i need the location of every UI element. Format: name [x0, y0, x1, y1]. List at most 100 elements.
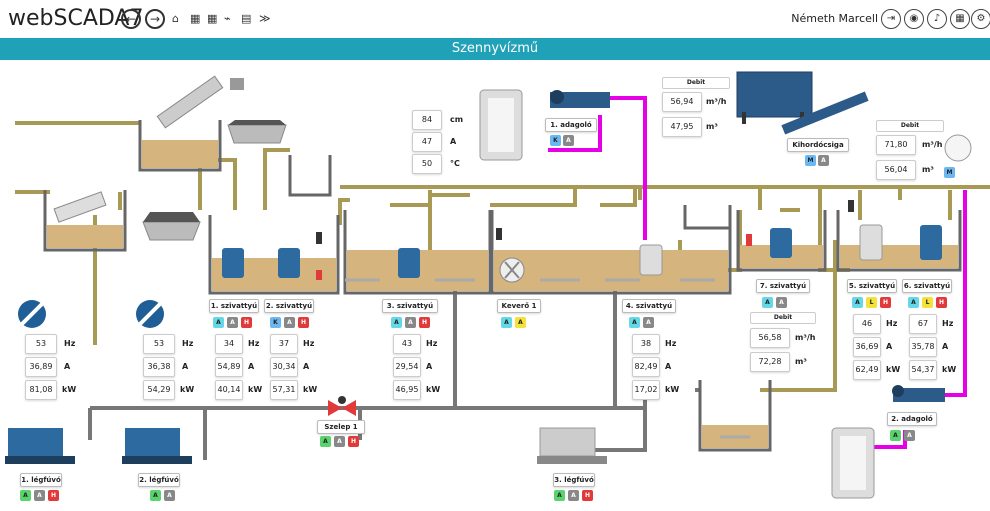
mixer1-l-badge[interactable]: A [515, 317, 526, 328]
doser2-a2-badge[interactable]: A [904, 430, 915, 441]
fan3-h-badge[interactable]: H [582, 490, 593, 501]
calendar-alt-icon[interactable]: ▦ [207, 12, 217, 25]
pump7-a2-badge[interactable]: A [776, 297, 787, 308]
doser1-a-badge[interactable]: A [563, 135, 574, 146]
pump6-h-badge[interactable]: H [936, 297, 947, 308]
debit3-flow: 56,58 [750, 328, 790, 348]
debit1-title: Debit [662, 77, 730, 89]
fan2-a-badge[interactable]: A [150, 490, 161, 501]
mixer [499, 257, 525, 283]
conveyor-m-badge[interactable]: M [805, 155, 816, 166]
pump2-kw-unit: kW [303, 385, 318, 394]
gear-icon[interactable]: ⚙ [971, 9, 990, 29]
logout-icon[interactable]: ⇥ [881, 9, 901, 29]
fan1-a2-badge[interactable]: A [34, 490, 45, 501]
valve1-label[interactable]: Szelep 1 [317, 420, 365, 434]
fan2-label[interactable]: 2. légfúvó [138, 473, 180, 487]
conveyor-label[interactable]: Kihordócsiga [787, 138, 849, 152]
fan3-label[interactable]: 3. légfúvó [553, 473, 595, 487]
fan3-a2-badge[interactable]: A [568, 490, 579, 501]
fan1-h-badge[interactable]: H [48, 490, 59, 501]
pump4-a2-badge[interactable]: A [643, 317, 654, 328]
pump3-a2-badge[interactable]: A [405, 317, 416, 328]
doser1-label[interactable]: 1. adagoló [545, 118, 597, 132]
calendar-icon[interactable]: ▦ [190, 12, 200, 25]
debit3-flow-unit: m³/h [795, 333, 816, 342]
fan1-a-badge[interactable]: A [20, 490, 31, 501]
pump5-label[interactable]: 5. szivattyú [847, 279, 897, 293]
pump6-hz-unit: Hz [942, 319, 954, 328]
pump3-a-unit: A [426, 362, 433, 371]
pump3-a-badge[interactable]: A [391, 317, 402, 328]
back-icon[interactable]: ← [121, 9, 141, 29]
pump2-a-badge[interactable]: A [284, 317, 295, 328]
debit2-m-badge[interactable]: M [944, 167, 955, 178]
pump7-label[interactable]: 7. szivattyú [756, 279, 810, 293]
pump1-a-badge[interactable]: A [213, 317, 224, 328]
pump5-l-badge[interactable]: L [866, 297, 877, 308]
pump2-k-badge[interactable]: K [270, 317, 281, 328]
pump4-a-badge[interactable]: A [629, 317, 640, 328]
pump1-a: 54,89 [215, 357, 243, 377]
valve1-a2-badge[interactable]: A [334, 436, 345, 447]
pump3-label[interactable]: 3. szivattyú [382, 299, 438, 313]
debit2-total: 56,04 [876, 160, 916, 180]
pump3-hz: 43 [393, 334, 421, 354]
home-icon[interactable]: ⌂ [172, 12, 179, 25]
conveyor-a-badge[interactable]: A [818, 155, 829, 166]
pump1-a-unit: A [248, 362, 255, 371]
doser1-k-badge[interactable]: K [550, 135, 561, 146]
forward-icon[interactable]: → [145, 9, 165, 29]
pump6-l-badge[interactable]: L [922, 297, 933, 308]
pump2-hz: 37 [270, 334, 298, 354]
pump1-kw-unit: kW [248, 385, 263, 394]
pump3-kw: 46,95 [393, 380, 421, 400]
level-value: 84 [412, 110, 442, 130]
fan3-a-badge[interactable]: A [554, 490, 565, 501]
pump5-a-badge[interactable]: A [852, 297, 863, 308]
pump3-a: 29,54 [393, 357, 421, 377]
sound-icon[interactable]: ◉ [904, 9, 924, 29]
pump3-kw-unit: kW [426, 385, 441, 394]
pump4-label[interactable]: 4. szivattyú [622, 299, 676, 313]
pump3-h-badge[interactable]: H [419, 317, 430, 328]
fan1-kw-unit: kW [62, 385, 77, 394]
fan1-label[interactable]: 1. légfúvó [20, 473, 62, 487]
pump5-h-badge[interactable]: H [880, 297, 891, 308]
debit3-total-unit: m³ [795, 357, 807, 366]
fan1-hz: 53 [25, 334, 57, 354]
valve1-a-badge[interactable]: A [320, 436, 331, 447]
bell-icon[interactable]: ♪ [927, 9, 947, 29]
rss-icon[interactable]: ≫ [259, 12, 271, 25]
pump1-hz-unit: Hz [248, 339, 260, 348]
pump2-a-unit: A [303, 362, 310, 371]
pump4-kw: 17,02 [632, 380, 660, 400]
doser2-a-badge[interactable]: A [890, 430, 901, 441]
pump2-h-badge[interactable]: H [298, 317, 309, 328]
pump2-label[interactable]: 2. szivattyú [264, 299, 314, 313]
pump6-a-badge[interactable]: A [908, 297, 919, 308]
pump5-kw-unit: kW [886, 365, 901, 374]
pump1-a2-badge[interactable]: A [227, 317, 238, 328]
fan1-hz-unit: Hz [64, 339, 76, 348]
chart-icon[interactable]: ⌁ [224, 12, 231, 25]
level-unit: cm [450, 115, 464, 124]
user-name[interactable]: Németh Marcell [791, 12, 878, 25]
pump7-a-badge[interactable]: A [762, 297, 773, 308]
mixer1-a-badge[interactable]: A [501, 317, 512, 328]
mixer1-label[interactable]: Keverő 1 [497, 299, 541, 313]
fan2-a2-badge[interactable]: A [164, 490, 175, 501]
pump1-label[interactable]: 1. szivattyú [209, 299, 259, 313]
pump2-kw: 57,31 [270, 380, 298, 400]
table-icon[interactable]: ▤ [241, 12, 251, 25]
fan2-hz-unit: Hz [182, 339, 194, 348]
pump2-a: 30,34 [270, 357, 298, 377]
pump4-a-unit: A [665, 362, 672, 371]
qr-icon[interactable]: ▦ [950, 9, 970, 29]
flow-dial [944, 134, 972, 162]
pump6-label[interactable]: 6. szivattyú [902, 279, 952, 293]
doser2-label[interactable]: 2. adagoló [887, 412, 937, 426]
pump1-h-badge[interactable]: H [241, 317, 252, 328]
valve1-h-badge[interactable]: H [348, 436, 359, 447]
temp-unit: °C [450, 159, 460, 168]
